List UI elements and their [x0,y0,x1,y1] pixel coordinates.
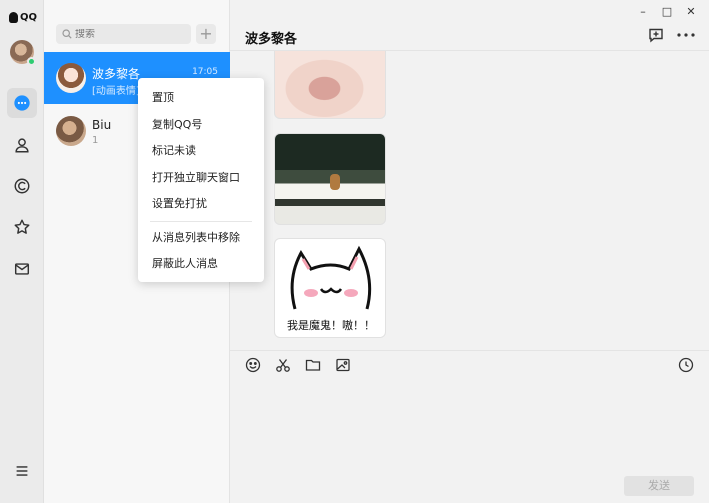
image-message[interactable] [274,133,386,225]
message-area: 我是魔鬼！嗷！！ [230,51,709,350]
favorites-icon[interactable] [7,212,37,242]
contacts-icon[interactable] [7,130,37,160]
history-clock-icon[interactable] [677,356,695,374]
menu-item-block[interactable]: 屏蔽此人消息 [138,251,264,278]
chat-icon[interactable] [7,88,37,118]
message-time: 17:05 [192,67,218,77]
mail-icon[interactable] [7,254,37,284]
channel-icon[interactable] [7,171,37,201]
contact-name: Biu [92,118,112,132]
menu-separator [150,220,252,222]
left-rail: QQ [0,0,44,503]
menu-item-remove[interactable]: 从消息列表中移除 [138,225,264,252]
add-button[interactable]: + [196,24,216,44]
cat-sticker-icon [290,245,372,310]
menu-icon[interactable] [7,456,37,486]
chat-header-actions [647,27,695,43]
menu-item-copy-qq[interactable]: 复制QQ号 [138,112,264,139]
screenshot-scissors-icon[interactable] [274,356,292,374]
image-message[interactable] [274,51,386,119]
maximize-button[interactable]: □ [655,4,679,20]
penguin-icon [9,12,18,23]
menu-item-mute[interactable]: 设置免打扰 [138,191,264,218]
logo-text: QQ [20,12,38,23]
send-button[interactable]: 发送 [624,476,694,496]
contact-avatar [56,63,86,93]
search-box[interactable] [56,24,191,44]
online-status-dot [27,57,36,66]
user-avatar[interactable] [10,40,36,66]
close-button[interactable]: ✕ [679,4,703,20]
menu-item-mark-unread[interactable]: 标记未读 [138,138,264,165]
search-input[interactable] [75,28,185,40]
emoji-icon[interactable] [244,356,262,374]
more-icon[interactable] [677,27,695,43]
window-controls: – □ ✕ [631,4,703,20]
minimize-button[interactable]: – [631,4,655,20]
message-preview: [动画表情] [92,86,140,97]
image-icon[interactable] [334,356,352,374]
menu-item-pin[interactable]: 置顶 [138,85,264,112]
add-chat-icon[interactable] [647,27,665,43]
chat-panel: – □ ✕ 波多黎各 我是魔鬼！嗷！！ 发送 [230,0,709,503]
chat-title: 波多黎各 [245,32,298,47]
search-icon [62,29,72,39]
cartoon-figure [330,174,340,190]
folder-icon[interactable] [304,356,322,374]
input-toolbar [244,356,352,374]
qq-logo: QQ [9,12,37,23]
context-menu: 置顶 复制QQ号 标记未读 打开独立聊天窗口 设置免打扰 从消息列表中移除 屏蔽… [138,78,264,282]
message-preview: 1 [92,135,99,146]
menu-item-open-window[interactable]: 打开独立聊天窗口 [138,165,264,192]
input-divider [230,350,709,351]
sticker-caption: 我是魔鬼！嗷！！ [287,319,375,332]
sticker-message[interactable]: 我是魔鬼！嗷！！ [274,238,386,338]
contact-avatar [56,116,86,146]
contact-name: 波多黎各 [92,67,141,81]
